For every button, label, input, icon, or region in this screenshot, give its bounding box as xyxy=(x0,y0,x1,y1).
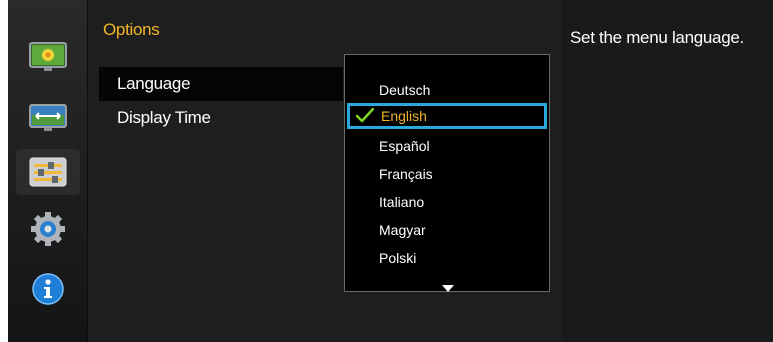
panel-title: Options xyxy=(103,20,160,39)
language-option-polski[interactable]: Polski xyxy=(345,245,549,271)
options-panel: Options Language Display Time Deutsch En… xyxy=(87,0,563,342)
language-option-magyar[interactable]: Magyar xyxy=(345,217,549,243)
category-rail xyxy=(8,0,87,342)
setup-gear-icon[interactable] xyxy=(28,212,68,246)
language-option-deutsch[interactable]: Deutsch xyxy=(345,77,549,103)
screen-size-icon[interactable] xyxy=(28,100,68,134)
language-option-label: English xyxy=(381,108,427,124)
picture-icon[interactable] xyxy=(28,40,68,74)
scroll-down-arrow-icon[interactable] xyxy=(442,285,454,292)
check-icon xyxy=(355,107,375,124)
language-option-english[interactable]: English xyxy=(347,103,547,129)
help-panel: Set the menu language. xyxy=(562,0,773,342)
options-sliders-icon[interactable] xyxy=(16,149,80,195)
menu-item-label: Display Time xyxy=(117,108,211,127)
information-icon[interactable] xyxy=(28,272,68,306)
language-dropdown[interactable]: Deutsch English Español Français Italian… xyxy=(344,54,550,292)
language-option-italiano[interactable]: Italiano xyxy=(345,189,549,215)
language-option-espanol[interactable]: Español xyxy=(345,133,549,159)
menu-item-label: Language xyxy=(117,74,191,93)
help-text: Set the menu language. xyxy=(570,28,744,47)
menu-item-language[interactable]: Language xyxy=(99,67,343,101)
language-option-francais[interactable]: Français xyxy=(345,161,549,187)
menu-item-display-time[interactable]: Display Time xyxy=(99,101,343,135)
